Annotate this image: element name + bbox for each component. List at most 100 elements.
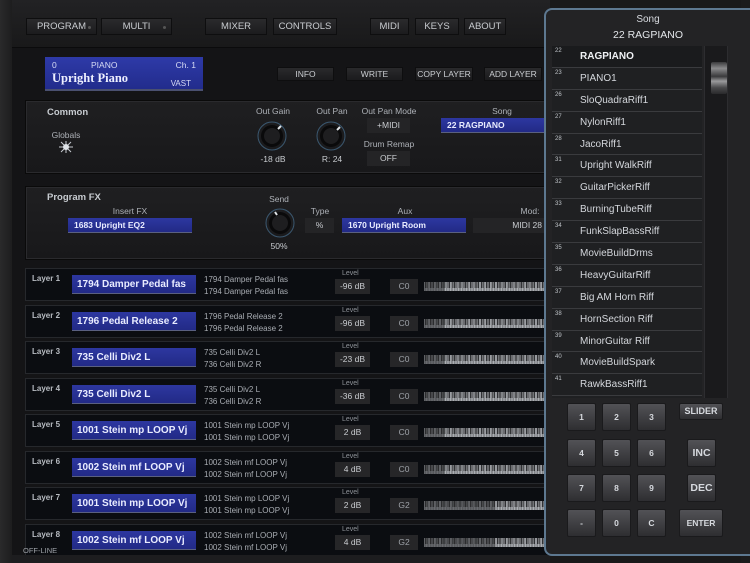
keypad-key[interactable]: 2 bbox=[602, 403, 631, 431]
layer-program-select[interactable]: 1002 Stein mf LOOP Vj bbox=[72, 458, 196, 477]
keypad-key[interactable]: 3 bbox=[637, 403, 666, 431]
aux-fx-select[interactable]: 1670 Upright Room bbox=[342, 218, 466, 233]
song-list-item[interactable]: 31 Upright WalkRiff bbox=[552, 155, 702, 178]
keypad-key[interactable]: 1 bbox=[567, 403, 596, 431]
keypad-key[interactable]: - bbox=[567, 509, 596, 537]
type-select[interactable]: % bbox=[305, 218, 334, 233]
song-name: FunkSlapBassRiff bbox=[580, 226, 660, 238]
song-list-item[interactable]: 32 GuitarPickerRiff bbox=[552, 177, 702, 200]
layer-program-select[interactable]: 735 Celli Div2 L bbox=[72, 348, 196, 367]
song-list-item[interactable]: 36 HeavyGuitarRiff bbox=[552, 265, 702, 287]
song-select[interactable]: 22 RAGPIANO bbox=[441, 118, 550, 133]
layer-low-key-field[interactable]: G2 bbox=[390, 535, 418, 550]
mod-select[interactable]: MIDI 28 bbox=[473, 218, 550, 233]
layer-low-key-field[interactable]: C0 bbox=[390, 316, 418, 331]
program-display[interactable]: 0 PIANO Ch. 1 Upright Piano VAST bbox=[45, 57, 203, 91]
keyrange-keyboard[interactable] bbox=[424, 465, 551, 474]
layer-level-field[interactable]: -36 dB bbox=[335, 389, 370, 404]
song-list-item[interactable]: 41 RawkBassRiff1 bbox=[552, 374, 702, 397]
song-list-item[interactable]: 33 BurningTubeRiff bbox=[552, 199, 702, 222]
midi-button[interactable]: MIDI bbox=[370, 18, 409, 35]
add-layer-button[interactable]: ADD LAYER bbox=[484, 67, 542, 81]
keypad-key[interactable]: 4 bbox=[567, 439, 596, 467]
song-list-item[interactable]: 37 Big AM Horn Riff bbox=[552, 287, 702, 309]
layer-program-select[interactable]: 1796 Pedal Release 2 bbox=[72, 312, 196, 331]
layer-keymap-2: 1794 Damper Pedal fas bbox=[204, 287, 289, 296]
keypad-key[interactable]: 9 bbox=[637, 474, 666, 502]
enter-button[interactable]: ENTER bbox=[679, 509, 723, 537]
layer-program-select[interactable]: 1001 Stein mp LOOP Vj bbox=[72, 421, 196, 440]
copy-layer-button[interactable]: COPY LAYER bbox=[415, 67, 473, 81]
layer-level-field[interactable]: 2 dB bbox=[335, 498, 370, 513]
keypad-key[interactable]: 7 bbox=[567, 474, 596, 502]
song-list-item[interactable]: 34 FunkSlapBassRiff bbox=[552, 221, 702, 244]
info-button[interactable]: INFO bbox=[277, 67, 334, 81]
out-pan-mode-select[interactable]: +MIDI bbox=[367, 118, 410, 133]
song-list-scrollbar[interactable] bbox=[704, 46, 728, 398]
song-list[interactable]: 22 RAGPIANO 23 PIANO1 26 SloQuadraRiff1 27 Nylo… bbox=[552, 46, 702, 398]
song-list-item[interactable]: 40 MovieBuildSpark bbox=[552, 352, 702, 375]
slider-button[interactable]: SLIDER bbox=[679, 403, 723, 420]
song-list-item[interactable]: 28 JacoRiff1 bbox=[552, 134, 702, 156]
layer-row: Layer 8 1002 Stein mf LOOP Vj 1002 Stein m… bbox=[25, 524, 551, 557]
scrollbar-thumb[interactable] bbox=[711, 62, 727, 94]
out-pan-knob[interactable] bbox=[315, 120, 347, 152]
song-number: 39 bbox=[555, 332, 562, 339]
layer-program-select[interactable]: 1001 Stein mp LOOP Vj bbox=[72, 494, 196, 513]
keypad-key[interactable]: C bbox=[637, 509, 666, 537]
program-menu-button[interactable]: PROGRAM bbox=[26, 18, 97, 35]
layer-low-key-field[interactable]: C0 bbox=[390, 352, 418, 367]
multi-menu-button[interactable]: MULTI bbox=[101, 18, 172, 35]
keyrange-keyboard[interactable] bbox=[424, 282, 551, 291]
layer-program-select[interactable]: 1002 Stein mf LOOP Vj bbox=[72, 531, 196, 550]
keyrange-keyboard[interactable] bbox=[424, 355, 551, 364]
keys-button[interactable]: KEYS bbox=[415, 18, 459, 35]
dec-button[interactable]: DEC bbox=[687, 474, 716, 502]
layer-level-field[interactable]: -96 dB bbox=[335, 316, 370, 331]
layer-low-key-field[interactable]: C0 bbox=[390, 425, 418, 440]
song-list-item[interactable]: 26 SloQuadraRiff1 bbox=[552, 90, 702, 112]
keypad-key[interactable]: 6 bbox=[637, 439, 666, 467]
song-list-item[interactable]: 38 HornSection Riff bbox=[552, 309, 702, 331]
keyrange-keyboard[interactable] bbox=[424, 538, 551, 547]
song-list-item[interactable]: 39 MinorGuitar Riff bbox=[552, 331, 702, 353]
song-list-item[interactable]: 35 MovieBuildDrms bbox=[552, 243, 702, 265]
about-button[interactable]: ABOUT bbox=[464, 18, 506, 35]
layer-level-field[interactable]: 4 dB bbox=[335, 462, 370, 477]
keyrange-keyboard[interactable] bbox=[424, 501, 551, 510]
layer-level-field[interactable]: 2 dB bbox=[335, 425, 370, 440]
insert-fx-select[interactable]: 1683 Upright EQ2 bbox=[68, 218, 192, 233]
mixer-button[interactable]: MIXER bbox=[205, 18, 267, 35]
multi-label: MULTI bbox=[122, 21, 151, 32]
song-list-item[interactable]: 27 NylonRiff1 bbox=[552, 112, 702, 134]
layer-program-select[interactable]: 1794 Damper Pedal fas bbox=[72, 275, 196, 294]
keyrange-keyboard[interactable] bbox=[424, 319, 551, 328]
layer-keymap-1: 1001 Stein mp LOOP Vj bbox=[204, 421, 290, 430]
song-list-item[interactable]: 22 RAGPIANO bbox=[552, 46, 702, 68]
layer-level-field[interactable]: -96 dB bbox=[335, 279, 370, 294]
layer-level-field[interactable]: -23 dB bbox=[335, 352, 370, 367]
layer-low-key-field[interactable]: C0 bbox=[390, 389, 418, 404]
keyrange-keyboard[interactable] bbox=[424, 428, 551, 437]
layer-level-field[interactable]: 4 dB bbox=[335, 535, 370, 550]
out-gain-knob[interactable] bbox=[256, 120, 288, 152]
layer-program-select[interactable]: 735 Celli Div2 L bbox=[72, 385, 196, 404]
keypad-key[interactable]: 8 bbox=[602, 474, 631, 502]
layer-low-key-field[interactable]: C0 bbox=[390, 279, 418, 294]
drum-remap-select[interactable]: OFF bbox=[367, 151, 410, 166]
song-list-item[interactable]: 23 PIANO1 bbox=[552, 68, 702, 90]
write-button[interactable]: WRITE bbox=[346, 67, 403, 81]
out-pan-label: Out Pan bbox=[316, 106, 348, 116]
inc-button[interactable]: INC bbox=[687, 439, 716, 467]
controls-button[interactable]: CONTROLS bbox=[273, 18, 337, 35]
song-name: SloQuadraRiff1 bbox=[580, 94, 649, 106]
keypad-key[interactable]: 5 bbox=[602, 439, 631, 467]
keypad-key[interactable]: 0 bbox=[602, 509, 631, 537]
layer-keymap-2: 736 Celli Div2 R bbox=[204, 397, 262, 406]
send-knob[interactable] bbox=[264, 207, 296, 239]
layer-low-key-field[interactable]: G2 bbox=[390, 498, 418, 513]
song-name: NylonRiff1 bbox=[580, 116, 626, 128]
globals-led-icon[interactable] bbox=[58, 140, 74, 154]
layer-low-key-field[interactable]: C0 bbox=[390, 462, 418, 477]
keyrange-keyboard[interactable] bbox=[424, 392, 551, 401]
